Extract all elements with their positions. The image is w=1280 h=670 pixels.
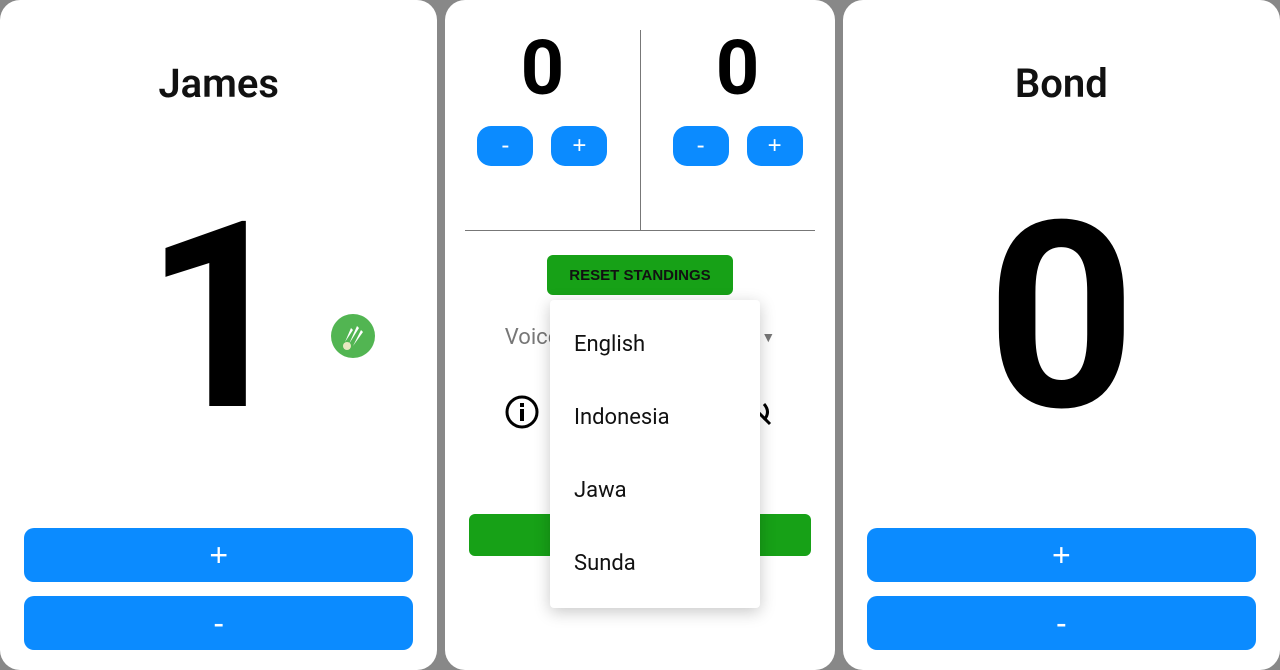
standings-left-controls: - + — [477, 126, 607, 166]
standings-right-score: 0 — [716, 30, 760, 106]
player-left-minus-button[interactable]: - — [24, 596, 413, 650]
player-left-score-wrap: 1 — [24, 107, 413, 528]
standings-left-plus-button[interactable]: + — [551, 126, 607, 166]
voice-dropdown-menu: English Indonesia Jawa Sunda — [550, 300, 760, 608]
voice-option-english[interactable]: English — [550, 308, 760, 381]
chevron-down-icon: ▼ — [761, 329, 775, 346]
shuttlecock-icon — [331, 314, 375, 358]
standings-right: 0 - + — [641, 30, 835, 230]
standings-row: 0 - + 0 - + — [445, 0, 834, 230]
player-left-panel: James 1 + - — [0, 0, 437, 670]
player-right-score: 0 — [987, 188, 1136, 448]
player-right-name: Bond — [1015, 60, 1108, 107]
standings-right-minus-button[interactable]: - — [673, 126, 729, 166]
standings-left-score: 0 — [521, 30, 565, 106]
standings-left: 0 - + — [445, 30, 639, 230]
player-right-score-wrap: 0 — [867, 107, 1256, 528]
standings-left-minus-button[interactable]: - — [477, 126, 533, 166]
player-right-plus-button[interactable]: + — [867, 528, 1256, 582]
reset-standings-button[interactable]: RESET STANDINGS — [547, 255, 732, 295]
voice-option-jawa[interactable]: Jawa — [550, 454, 760, 527]
player-left-score: 1 — [144, 188, 293, 448]
player-left-name: James — [158, 60, 279, 107]
divider — [465, 230, 815, 231]
voice-option-sunda[interactable]: Sunda — [550, 527, 760, 600]
player-left-controls: + - — [24, 528, 413, 650]
voice-option-indonesia[interactable]: Indonesia — [550, 381, 760, 454]
player-right-minus-button[interactable]: - — [867, 596, 1256, 650]
player-right-panel: Bond 0 + - — [843, 0, 1280, 670]
info-icon[interactable] — [504, 394, 540, 430]
player-right-controls: + - — [867, 528, 1256, 650]
standings-right-controls: - + — [673, 126, 803, 166]
player-left-plus-button[interactable]: + — [24, 528, 413, 582]
standings-right-plus-button[interactable]: + — [747, 126, 803, 166]
